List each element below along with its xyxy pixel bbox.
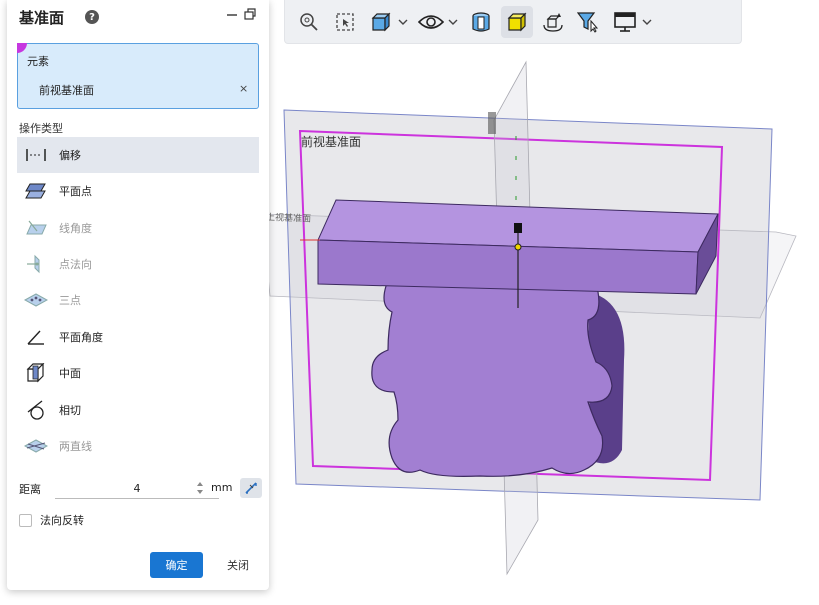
- display-dropdown-icon[interactable]: [641, 6, 653, 38]
- op-point-normal-label: 点法向: [59, 258, 92, 271]
- question-circle-icon[interactable]: ?: [85, 10, 99, 24]
- shaded-display-icon[interactable]: [501, 5, 533, 38]
- op-tangent-label: 相切: [59, 404, 81, 417]
- flip-normal-row[interactable]: 法向反转: [19, 512, 84, 528]
- op-plane-angle-label: 平面角度: [59, 331, 103, 344]
- two-lines-icon: [23, 436, 49, 456]
- remove-element-icon[interactable]: ×: [239, 82, 248, 95]
- view-cube-icon[interactable]: [365, 6, 397, 38]
- zoom-fit-icon[interactable]: [293, 6, 325, 38]
- line-angle-icon: [23, 218, 49, 238]
- measure-pick-icon[interactable]: [240, 478, 262, 498]
- op-line-angle-label: 线角度: [59, 222, 92, 235]
- plane-point-icon: [23, 181, 49, 201]
- flip-normal-label: 法向反转: [40, 514, 84, 527]
- view-toolbar: [284, 0, 742, 44]
- view-cube-dropdown-icon[interactable]: [397, 6, 409, 38]
- distance-spinner-icon[interactable]: [195, 479, 205, 497]
- element-section-label: 元素: [27, 55, 49, 68]
- operation-type-label: 操作类型: [19, 122, 63, 135]
- op-three-point-label: 三点: [59, 294, 81, 307]
- plane-angle-icon: [23, 327, 49, 347]
- origin-point[interactable]: [514, 243, 522, 251]
- front-plane-label: 前视基准面: [301, 134, 361, 149]
- panel-title: 基准面: [19, 9, 65, 27]
- three-point-icon: [23, 290, 49, 310]
- minimize-icon[interactable]: [225, 6, 239, 22]
- section-view-icon[interactable]: [465, 6, 497, 38]
- selection-color-marker: [17, 43, 27, 53]
- display-monitor-icon[interactable]: [609, 6, 641, 38]
- op-three-point[interactable]: 三点: [17, 282, 259, 318]
- visibility-eye-icon[interactable]: [415, 6, 447, 38]
- rotate-view-icon[interactable]: [537, 6, 569, 38]
- op-mid-plane[interactable]: 中面: [17, 355, 259, 391]
- tangent-icon: [23, 400, 49, 420]
- part-body[interactable]: [371, 262, 613, 477]
- restore-window-icon[interactable]: [243, 6, 257, 22]
- op-point-normal[interactable]: 点法向: [17, 246, 259, 282]
- distance-unit: mm: [211, 481, 233, 494]
- op-plane-angle[interactable]: 平面角度: [17, 319, 259, 355]
- confirm-button[interactable]: 确定: [150, 552, 203, 578]
- op-plane-point[interactable]: 平面点: [17, 173, 259, 209]
- distance-row: 距离 mm: [19, 478, 265, 500]
- mid-plane-icon: [23, 363, 49, 383]
- right-plane-marker: [488, 112, 496, 134]
- datum-plane-panel: 基准面 ? 元素 前视基准面 × 操作类型 偏移 平面点 线角度 点法向 三点 …: [7, 0, 269, 590]
- element-selection-box[interactable]: 元素 前视基准面 ×: [17, 43, 259, 109]
- point-normal-icon: [23, 254, 49, 274]
- selected-element-value[interactable]: 前视基准面: [39, 82, 94, 98]
- flip-normal-checkbox[interactable]: [19, 513, 32, 527]
- visibility-dropdown-icon[interactable]: [447, 6, 459, 38]
- op-offset-label: 偏移: [59, 149, 81, 162]
- selection-filter-icon[interactable]: [573, 6, 605, 38]
- op-mid-plane-label: 中面: [59, 367, 81, 380]
- op-tangent[interactable]: 相切: [17, 392, 259, 428]
- op-offset[interactable]: 偏移: [17, 137, 259, 173]
- offset-icon: [23, 145, 49, 165]
- op-plane-point-label: 平面点: [59, 185, 92, 198]
- op-line-angle[interactable]: 线角度: [17, 210, 259, 246]
- zoom-window-icon[interactable]: [329, 6, 361, 38]
- distance-label: 距离: [19, 483, 41, 496]
- close-button[interactable]: 关闭: [220, 552, 256, 578]
- op-two-lines-label: 两直线: [59, 440, 92, 453]
- origin-flag: [514, 223, 522, 233]
- op-two-lines[interactable]: 两直线: [17, 428, 259, 464]
